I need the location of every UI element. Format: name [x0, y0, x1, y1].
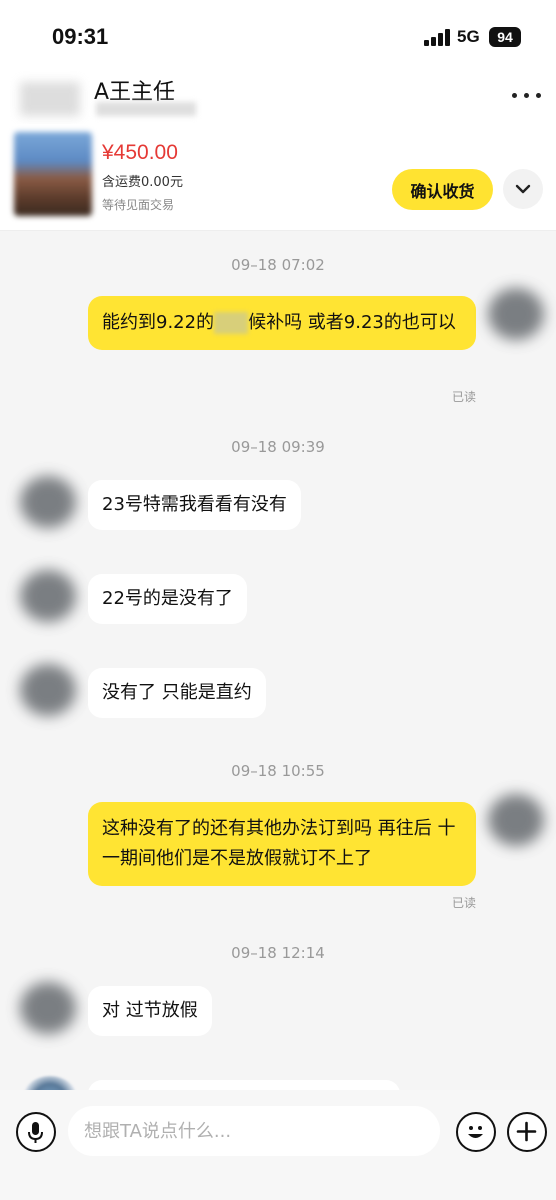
trade-status: 等待见面交易: [102, 198, 175, 212]
message-text: 这种没有了的还有其他办法订到吗 再往后 十一期间他们是不是放假就订不上了: [102, 818, 456, 869]
message-bubble-received[interactable]: 没有了 只能是直约: [88, 668, 266, 718]
back-button[interactable]: [20, 82, 80, 116]
read-receipt: 已读: [451, 896, 476, 910]
my-avatar[interactable]: [488, 794, 544, 846]
message-bubble-received[interactable]: 23号特需我看看有没有: [88, 480, 301, 530]
status-bar: 09:31 5G 94: [0, 0, 556, 72]
message-bubble-received[interactable]: 对 过节放假: [88, 986, 212, 1036]
contact-avatar[interactable]: [20, 476, 76, 528]
confirm-receipt-button[interactable]: 确认收货: [392, 169, 493, 210]
message-text: 对 过节放假: [102, 1000, 198, 1021]
timestamp: 09–18 09:39: [231, 438, 325, 456]
shipping-fee: 含运费0.00元: [102, 175, 183, 190]
product-price: ¥450.00: [102, 141, 178, 164]
status-time: 09:31: [52, 24, 109, 49]
plus-icon: [516, 1121, 537, 1142]
input-bar: [0, 1090, 556, 1200]
message-text: 候补吗 或者9.23的也可以: [248, 312, 456, 333]
message-bubble-received[interactable]: 22号的是没有了: [88, 574, 247, 624]
my-avatar[interactable]: [488, 288, 544, 340]
message-text: 能约到9.22的: [102, 312, 215, 333]
chevron-down-icon: [515, 184, 531, 194]
contact-avatar[interactable]: [20, 982, 76, 1034]
contact-avatar[interactable]: [20, 570, 76, 622]
message-text: 22号的是没有了: [102, 588, 233, 609]
timestamp: 09–18 12:14: [231, 944, 325, 962]
product-card[interactable]: ¥450.00 含运费0.00元 等待见面交易 确认收货: [0, 124, 556, 231]
more-icon[interactable]: [512, 90, 542, 100]
emoji-button[interactable]: [456, 1112, 496, 1152]
expand-button[interactable]: [503, 169, 543, 209]
chat-list[interactable]: 09–18 07:02 能约到9.22的 候补吗 或者9.23的也可以 已读 09…: [0, 230, 556, 1090]
contact-subtitle-redacted: [96, 102, 196, 116]
network-type: 5G: [457, 27, 480, 46]
message-input[interactable]: [68, 1106, 440, 1156]
emoji-icon: [468, 1126, 483, 1138]
message-bubble-sent[interactable]: 这种没有了的还有其他办法订到吗 再往后 十一期间他们是不是放假就订不上了: [88, 802, 476, 886]
contact-avatar[interactable]: [24, 1076, 76, 1090]
message-bubble-sent[interactable]: 能约到9.22的 候补吗 或者9.23的也可以: [88, 296, 476, 350]
read-receipt: 已读: [451, 390, 476, 404]
contact-avatar[interactable]: [20, 664, 76, 716]
battery-icon: 94: [489, 27, 521, 47]
voice-button[interactable]: [16, 1112, 56, 1152]
redacted-text: [214, 312, 249, 334]
timestamp: 09–18 07:02: [231, 256, 325, 274]
message-bubble-received[interactable]: [88, 1080, 400, 1090]
product-image[interactable]: [14, 132, 92, 216]
microphone-icon: [28, 1122, 43, 1143]
add-button[interactable]: [507, 1112, 547, 1152]
chat-header: A王主任: [0, 72, 556, 124]
timestamp: 09–18 10:55: [231, 762, 325, 780]
message-text: 23号特需我看看有没有: [102, 494, 287, 515]
message-text: 没有了 只能是直约: [102, 682, 252, 703]
signal-icon: [424, 28, 452, 46]
